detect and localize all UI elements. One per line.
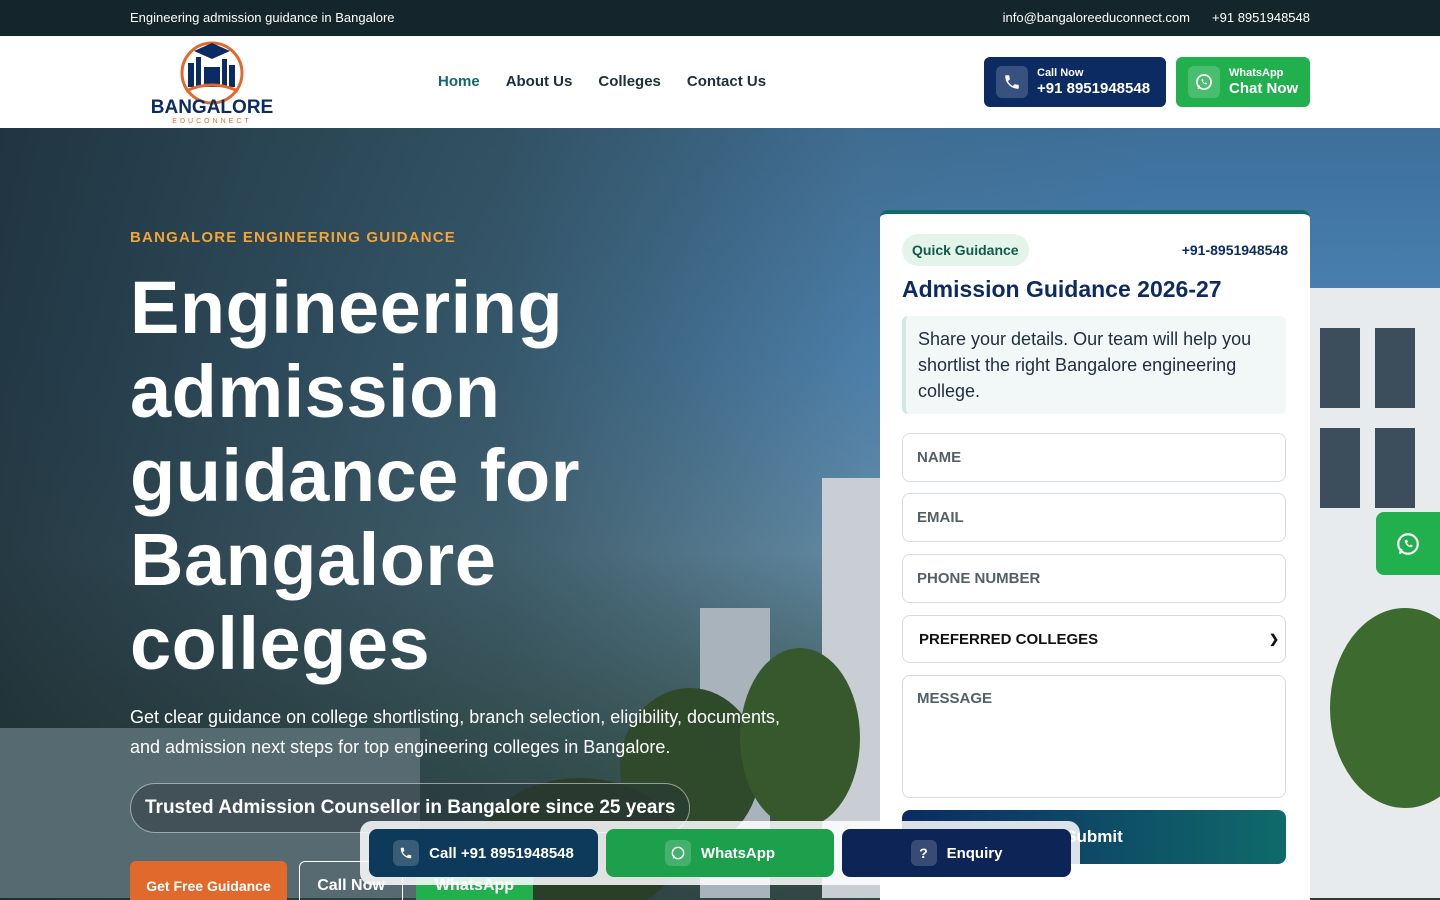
header-whatsapp-button[interactable]: WhatsApp Chat Now (1176, 57, 1310, 107)
question-icon: ? (910, 840, 937, 866)
bottom-call-button[interactable]: Call +91 8951948548 (369, 829, 598, 877)
bottom-whatsapp-label: WhatsApp (700, 844, 776, 862)
logo-subtext: EDUCONNECT (172, 118, 251, 125)
header-whatsapp-small: WhatsApp (1229, 66, 1284, 79)
whatsapp-icon (1188, 66, 1220, 98)
bottom-enquiry-button[interactable]: ? Enquiry (842, 829, 1071, 877)
building-window (1375, 428, 1415, 508)
site-logo[interactable]: BANGALORE EDUCONNECT (128, 39, 296, 125)
top-bar: Engineering admission guidance in Bangal… (0, 0, 1440, 36)
building-window (1320, 428, 1360, 508)
nav-item-home[interactable]: Home (438, 73, 480, 90)
select-value: PREFERRED COLLEGES (919, 630, 1099, 648)
header-call-small: Call Now (1037, 66, 1084, 79)
phone-icon (996, 66, 1028, 98)
sticky-action-bar: Call +91 8951948548 WhatsApp ? Enquiry (360, 821, 1080, 885)
form-title: Admission Guidance 2026-27 (902, 276, 1222, 302)
whatsapp-icon (664, 840, 691, 866)
bottom-whatsapp-button[interactable]: WhatsApp (606, 829, 834, 877)
top-bar-tagline: Engineering admission guidance in Bangal… (130, 10, 395, 25)
top-bar-phone[interactable]: +91 8951948548 (1212, 10, 1310, 25)
hero-lead: Get clear guidance on college shortlisti… (130, 707, 781, 757)
name-field[interactable] (902, 433, 1286, 482)
email-field[interactable] (902, 493, 1286, 542)
whatsapp-icon (1397, 532, 1419, 555)
bottom-call-label: Call +91 8951948548 (429, 844, 574, 862)
nav-item-contact[interactable]: Contact Us (687, 73, 766, 90)
phone-field[interactable] (902, 554, 1286, 603)
logo-text: BANGALORE (151, 97, 273, 118)
building-window (1375, 328, 1415, 408)
hero-title: Engineering admission guidance for Banga… (130, 266, 581, 685)
get-free-guidance-button[interactable]: Get Free Guidance (130, 861, 287, 900)
bottom-enquiry-label: Enquiry (946, 844, 1003, 862)
chevron-down-icon: ❯ (1268, 632, 1279, 646)
hero-section: BANGALORE ENGINEERING GUIDANCE Engineeri… (0, 128, 1440, 900)
main-nav: Home About Us Colleges Contact Us (438, 73, 766, 90)
phone-icon (393, 840, 420, 866)
top-bar-email[interactable]: info@bangaloreeduconnect.com (1003, 10, 1190, 25)
quick-guidance-chip: Quick Guidance (902, 234, 1029, 266)
form-note: Share your details. Our team will help y… (902, 316, 1286, 414)
header-call-number: +91 8951948548 (1037, 79, 1151, 97)
message-field[interactable] (902, 675, 1286, 798)
site-header: BANGALORE EDUCONNECT Home About Us Colle… (0, 36, 1440, 128)
header-call-button[interactable]: Call Now +91 8951948548 (984, 57, 1166, 107)
guidance-form-card: Quick Guidance +91-8951948548 Admission … (880, 210, 1310, 900)
floating-whatsapp-button[interactable] (1376, 512, 1440, 575)
building-window (1320, 328, 1360, 408)
form-phone-link[interactable]: +91-8951948548 (1182, 242, 1288, 258)
nav-item-colleges[interactable]: Colleges (598, 73, 661, 90)
header-whatsapp-big: Chat Now (1229, 79, 1299, 97)
logo-graphic: BANGALORE EDUCONNECT (151, 41, 273, 125)
preferred-colleges-select[interactable]: PREFERRED COLLEGES ❯ (902, 615, 1286, 663)
nav-item-about[interactable]: About Us (506, 73, 573, 90)
hero-eyebrow: BANGALORE ENGINEERING GUIDANCE (130, 229, 457, 246)
